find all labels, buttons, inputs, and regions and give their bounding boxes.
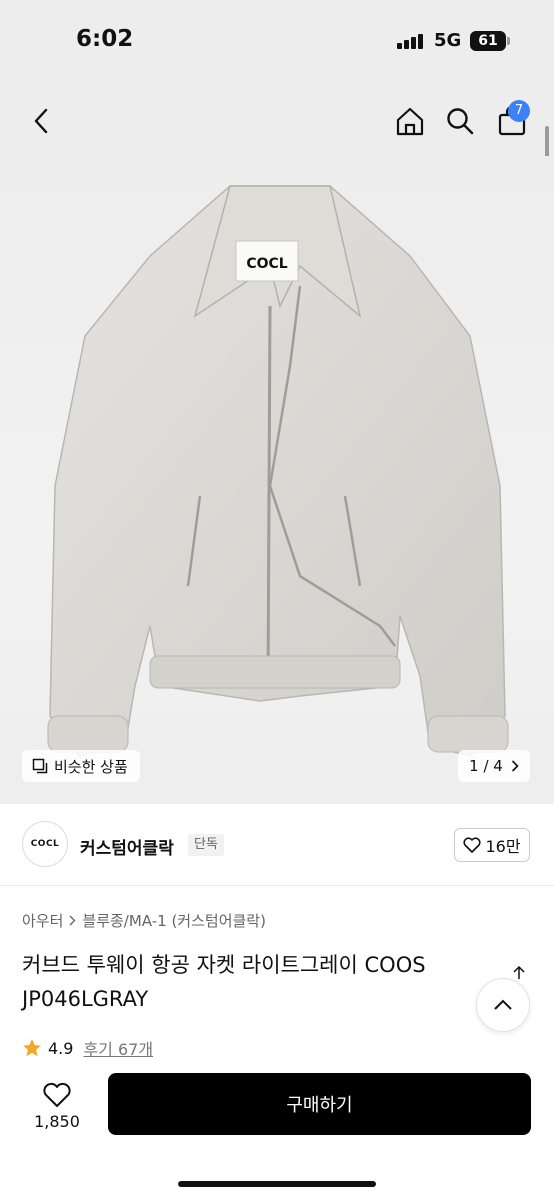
wishlist-count: 1,850: [34, 1111, 80, 1131]
copy-icon: [32, 758, 48, 774]
breadcrumb-item[interactable]: 아우터: [22, 910, 63, 931]
product-title: 커브드 투웨이 항공 자켓 라이트그레이 COOS JP046LGRAY: [22, 953, 426, 1011]
brand-name[interactable]: 커스텀어클락: [80, 834, 174, 859]
status-bar: 6:02 5G 61: [0, 0, 554, 86]
chevron-up-icon: [494, 999, 512, 1010]
breadcrumb: 아우터 블루종/MA-1 (커스텀어클락): [22, 910, 266, 931]
chevron-left-icon: [34, 108, 48, 134]
battery-tip: [507, 37, 510, 45]
exclusive-badge: 단독: [188, 834, 224, 856]
rating-value: 4.9: [48, 1038, 74, 1058]
rating-row: 4.9 후기 67개: [22, 1036, 153, 1060]
home-icon: [396, 107, 424, 136]
brand-row: COCL 커스텀어클락 단독 16만: [0, 804, 554, 886]
battery-icon: 61: [470, 31, 506, 51]
heart-icon: [463, 837, 481, 853]
scroll-top-button[interactable]: [476, 978, 530, 1032]
star-icon: [23, 1039, 41, 1057]
network-label: 5G: [434, 30, 462, 51]
cart-count-badge: 7: [508, 100, 530, 122]
chevron-right-icon: [511, 760, 519, 772]
search-button[interactable]: [440, 86, 480, 156]
image-counter[interactable]: 1 / 4: [458, 750, 530, 782]
home-indicator: [178, 1181, 376, 1187]
heart-icon: [43, 1082, 71, 1107]
similar-products-label: 비슷한 상품: [54, 757, 128, 776]
cart-button[interactable]: [492, 86, 532, 156]
top-nav: [0, 86, 554, 156]
product-image[interactable]: COCL: [0, 156, 554, 804]
breadcrumb-item[interactable]: 블루종/MA-1 (커스텀어클락): [82, 910, 266, 931]
back-button[interactable]: [22, 86, 62, 156]
review-link[interactable]: 후기 67개: [83, 1036, 153, 1060]
brand-logo[interactable]: COCL: [22, 821, 68, 867]
status-time: 6:02: [76, 26, 134, 52]
wishlist-button[interactable]: 1,850: [22, 1074, 92, 1138]
image-counter-text: 1 / 4: [469, 757, 503, 775]
jacket-illustration: COCL: [47, 185, 509, 757]
signal-icon: [397, 33, 425, 49]
home-button[interactable]: [390, 86, 430, 156]
brand-like-count: 16만: [485, 837, 521, 856]
similar-products-button[interactable]: 비슷한 상품: [22, 750, 140, 782]
buy-button[interactable]: 구매하기: [108, 1073, 531, 1135]
label-logo-text: COCL: [246, 256, 287, 272]
chevron-right-icon: [69, 915, 76, 926]
search-icon: [447, 108, 474, 135]
brand-like-button[interactable]: 16만: [454, 828, 530, 862]
